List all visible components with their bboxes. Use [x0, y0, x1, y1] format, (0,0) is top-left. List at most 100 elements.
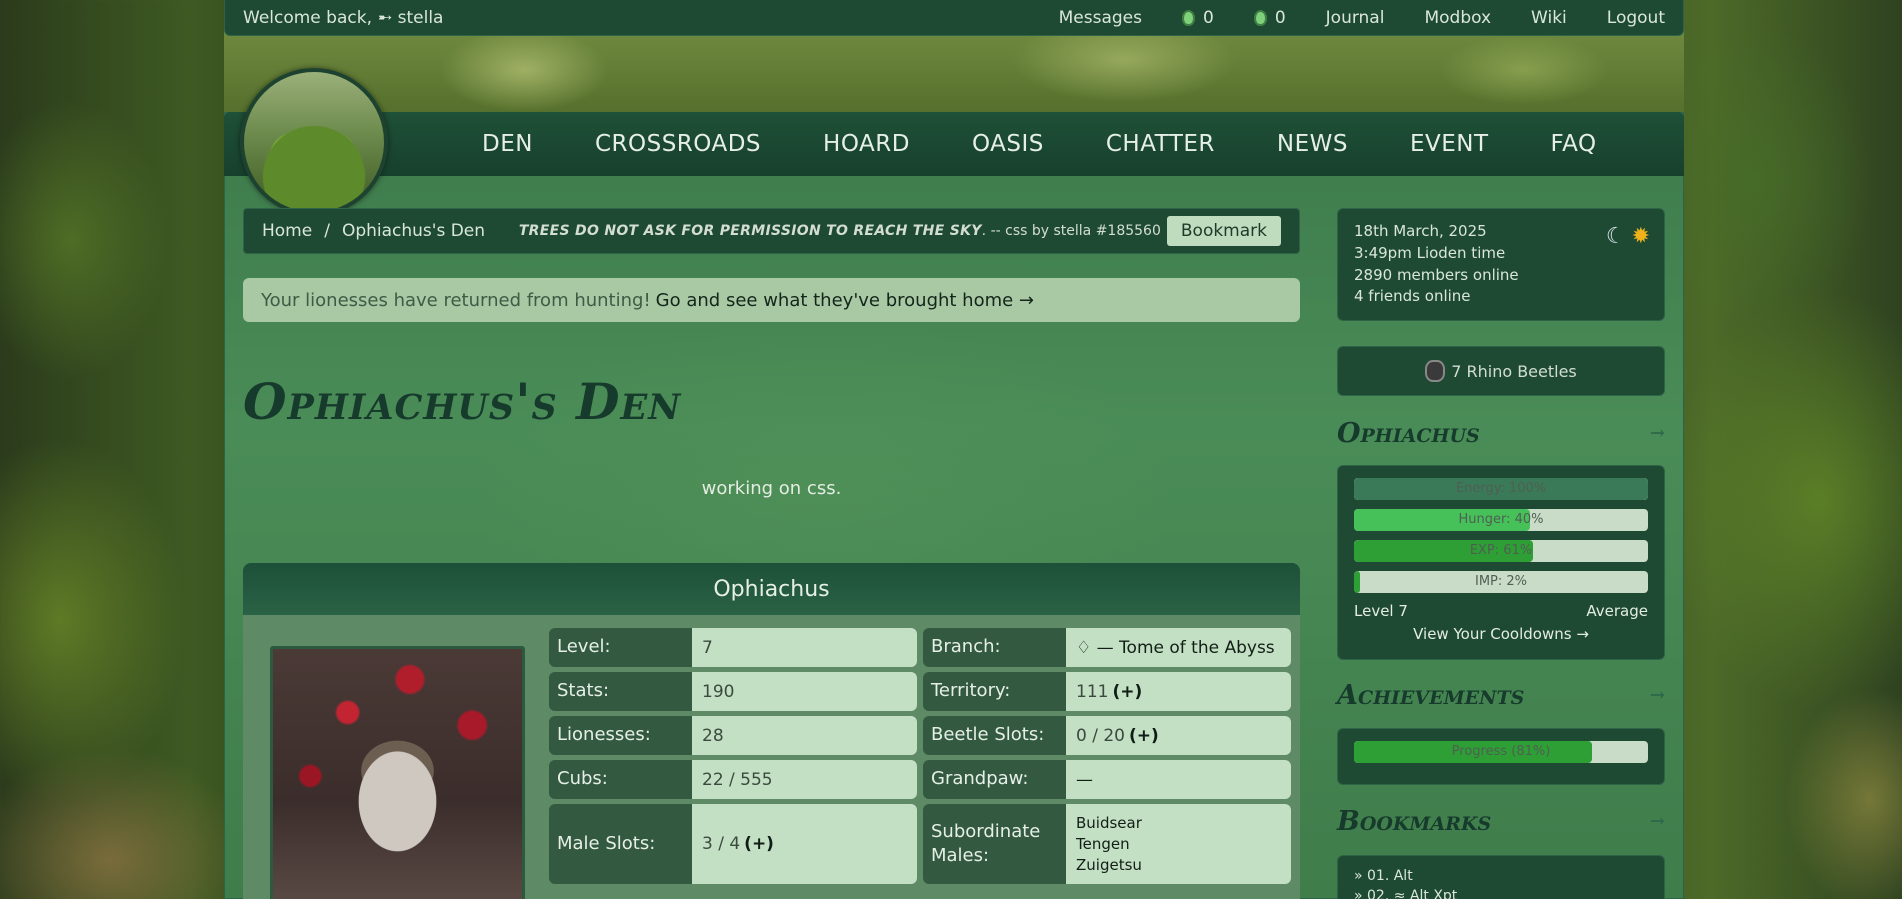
stat-male-slots: Male Slots: 3 / 4 (+): [549, 804, 917, 884]
level-row: Level 7 Average: [1354, 602, 1648, 620]
lion-heading[interactable]: Ophiachus →: [1337, 418, 1665, 449]
welcome: Welcome back, ➸ stella: [243, 8, 443, 28]
wiki-link[interactable]: Wiki: [1531, 8, 1567, 28]
bookmark-item[interactable]: » 01. Alt: [1354, 866, 1648, 886]
site-logo[interactable]: [240, 68, 388, 216]
breadcrumb: Home / Ophiachus's Den: [262, 221, 485, 241]
beetle-counter-1[interactable]: 0: [1182, 8, 1214, 28]
bookmarks-card: » 01. Alt » 02. ≈ Alt Xpt: [1337, 855, 1665, 899]
beetle-slots-plus-button[interactable]: (+): [1129, 726, 1159, 746]
stat-label: Subordinate Males:: [923, 804, 1066, 884]
friends-online[interactable]: 4 friends online: [1354, 286, 1648, 308]
bookmark-item[interactable]: » 02. ≈ Alt Xpt: [1354, 886, 1648, 899]
nav-hoard[interactable]: HOARD: [823, 131, 910, 157]
stat-branch: Branch: ♢ — Tome of the Abyss: [923, 628, 1291, 667]
stat-label: Stats:: [549, 672, 692, 711]
sun-icon: ✹: [1631, 224, 1650, 249]
top-bar: Welcome back, ➸ stella Messages 0 0 Jour…: [224, 0, 1684, 36]
modbox-link[interactable]: Modbox: [1424, 8, 1491, 28]
breadcrumb-separator: /: [324, 221, 330, 241]
stat-stats: Stats: 190: [549, 672, 917, 711]
heading-text: Achievements: [1337, 680, 1525, 711]
rhino-beetle-icon: [1425, 360, 1446, 382]
beetle-icon: [1253, 9, 1267, 26]
stat-value: 111 (+): [1066, 672, 1291, 711]
forest-banner: [224, 30, 1684, 112]
stat-value: 190: [692, 672, 917, 711]
welcome-text: Welcome back,: [243, 7, 372, 28]
nav-oasis[interactable]: OASIS: [972, 131, 1044, 157]
quote-credit: . -- css by stella #185560: [981, 223, 1161, 239]
messages-link[interactable]: Messages: [1059, 8, 1142, 28]
top-links: Messages 0 0 Journal Modbox Wiki Logout: [1059, 8, 1665, 28]
bar-label: Energy: 100%: [1455, 481, 1547, 496]
subordinate-link[interactable]: Buidsear: [1076, 813, 1142, 834]
username-link[interactable]: ➸ stella: [378, 8, 444, 28]
value-text: 111: [1076, 681, 1109, 702]
stat-lionesses: Lionesses: 28: [549, 716, 917, 755]
stat-value: 28: [692, 716, 917, 755]
territory-plus-button[interactable]: (+): [1112, 682, 1142, 702]
achievements-heading[interactable]: Achievements →: [1337, 680, 1665, 711]
bar-label: Progress (81%): [1451, 744, 1551, 759]
male-slots-plus-button[interactable]: (+): [744, 834, 774, 854]
cooldowns-link[interactable]: View Your Cooldowns →: [1354, 625, 1648, 643]
stat-value[interactable]: ♢ — Tome of the Abyss: [1066, 628, 1291, 667]
level-text: Level 7: [1354, 602, 1408, 620]
stats-grid: Level: 7 Branch: ♢ — Tome of the Abyss Sta…: [549, 628, 1291, 884]
stat-grandpaw: Grandpaw: —: [923, 760, 1291, 799]
members-online[interactable]: 2890 members online: [1354, 265, 1648, 287]
nav-faq[interactable]: FAQ: [1551, 131, 1597, 157]
journal-link[interactable]: Journal: [1326, 8, 1385, 28]
stat-label: Male Slots:: [549, 804, 692, 884]
stat-level: Level: 7: [549, 628, 917, 667]
nav-crossroads[interactable]: CROSSROADS: [595, 131, 761, 157]
lion-image[interactable]: [270, 646, 525, 899]
value-text: 0 / 20: [1076, 725, 1125, 746]
beetles-card[interactable]: 7 Rhino Beetles: [1337, 346, 1665, 396]
progress-bar: Progress (81%): [1354, 741, 1648, 763]
page-title: Ophiachus's Den: [243, 372, 682, 431]
counter-value: 0: [1203, 7, 1214, 28]
stat-label: Branch:: [923, 628, 1066, 667]
energy-bar: Energy: 100%: [1354, 478, 1648, 500]
stat-label: Territory:: [923, 672, 1066, 711]
nav-event[interactable]: EVENT: [1410, 131, 1489, 157]
stat-label: Beetle Slots:: [923, 716, 1066, 755]
bookmark-button[interactable]: Bookmark: [1166, 216, 1281, 246]
breadcrumb-home[interactable]: Home: [262, 221, 312, 241]
nav-chatter[interactable]: CHATTER: [1106, 131, 1215, 157]
subordinate-link[interactable]: Tengen: [1076, 834, 1130, 855]
counter-value: 0: [1274, 7, 1286, 28]
den-description: working on css.: [701, 478, 842, 499]
arrow-icon: →: [1649, 423, 1665, 444]
bar-label: IMP: 2%: [1474, 574, 1528, 589]
stat-label: Grandpaw:: [923, 760, 1066, 799]
nav-news[interactable]: NEWS: [1277, 131, 1348, 157]
stat-cubs: Cubs: 22 / 555: [549, 760, 917, 799]
mood-text: Average: [1586, 602, 1648, 620]
stat-value: 0 / 20 (+): [1066, 716, 1291, 755]
alert-text: Your lionesses have returned from huntin…: [261, 289, 651, 311]
stat-label: Cubs:: [549, 760, 692, 799]
breadcrumb-bar: Home / Ophiachus's Den TREES DO NOT ASK …: [243, 208, 1300, 254]
stat-subordinate-males: Subordinate Males: Buidsear Tengen Zuigetsu: [923, 804, 1291, 884]
exp-bar: EXP: 61%: [1354, 540, 1648, 562]
heading-text: Ophiachus: [1337, 418, 1480, 449]
bar-label: EXP: 61%: [1469, 543, 1533, 558]
nav-den[interactable]: DEN: [482, 131, 533, 157]
arrow-icon: →: [1649, 811, 1665, 832]
profile-name: Ophiachus: [243, 563, 1300, 615]
subordinate-link[interactable]: Zuigetsu: [1076, 855, 1142, 876]
stat-beetle-slots: Beetle Slots: 0 / 20 (+): [923, 716, 1291, 755]
stat-value: 3 / 4 (+): [692, 804, 917, 884]
logout-link[interactable]: Logout: [1607, 8, 1665, 28]
bookmarks-heading[interactable]: Bookmarks →: [1337, 806, 1665, 837]
alert-link[interactable]: Go and see what they've brought home →: [656, 290, 1034, 311]
beetle-icon: [1182, 9, 1195, 26]
day-night-icons: ☾ ✹: [1606, 221, 1650, 253]
arrow-icon: →: [1649, 685, 1665, 706]
beetle-counter-2[interactable]: 0: [1253, 7, 1286, 28]
moon-icon: ☾: [1605, 224, 1626, 249]
hunting-alert: Your lionesses have returned from huntin…: [243, 278, 1300, 322]
